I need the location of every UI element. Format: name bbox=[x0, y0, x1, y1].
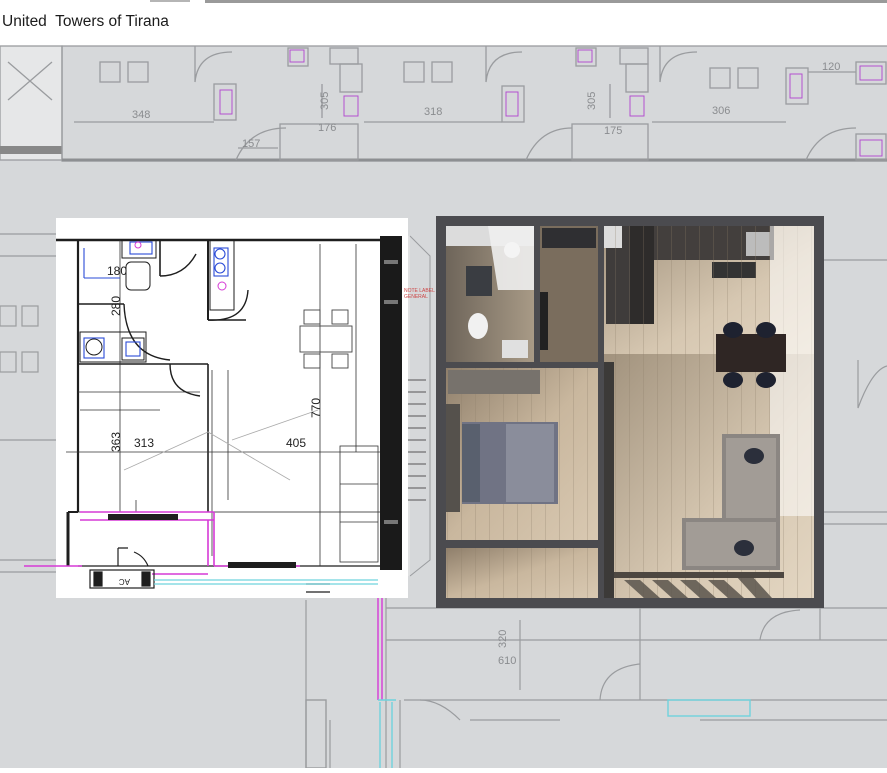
dim-label-175: 175 bbox=[604, 125, 622, 137]
dim-label-176: 176 bbox=[318, 122, 336, 134]
dim-label-405: 405 bbox=[286, 436, 306, 450]
floor-plan-svg: 348 157 305 176 318 305 175 306 120 320 … bbox=[0, 45, 887, 769]
dim-label-313: 313 bbox=[134, 436, 154, 450]
dim-label-363: 363 bbox=[109, 432, 123, 452]
dim-label-120: 120 bbox=[822, 61, 840, 73]
dim-label-610: 610 bbox=[498, 655, 516, 667]
unit-3d-render bbox=[436, 216, 824, 608]
dim-label-306: 306 bbox=[712, 105, 730, 117]
ac-unit-label: AC bbox=[119, 577, 130, 586]
dim-label-305a: 305 bbox=[319, 92, 331, 110]
dim-label-180: 180 bbox=[107, 264, 127, 278]
dim-label-280: 280 bbox=[109, 296, 123, 316]
unit-plan-panel: NOTE LABEL GENERAL 180 280 363 313 770 4… bbox=[24, 218, 435, 598]
dim-label-348: 348 bbox=[132, 109, 150, 121]
dim-label-320: 320 bbox=[497, 630, 509, 648]
dim-label-770: 770 bbox=[309, 398, 323, 418]
dim-label-157: 157 bbox=[242, 138, 260, 150]
dim-label-305b: 305 bbox=[586, 92, 598, 110]
dim-label-318: 318 bbox=[424, 106, 442, 118]
svg-text:GENERAL: GENERAL bbox=[404, 294, 428, 300]
floor-plan-diagram: 348 157 305 176 318 305 175 306 120 320 … bbox=[0, 0, 887, 769]
